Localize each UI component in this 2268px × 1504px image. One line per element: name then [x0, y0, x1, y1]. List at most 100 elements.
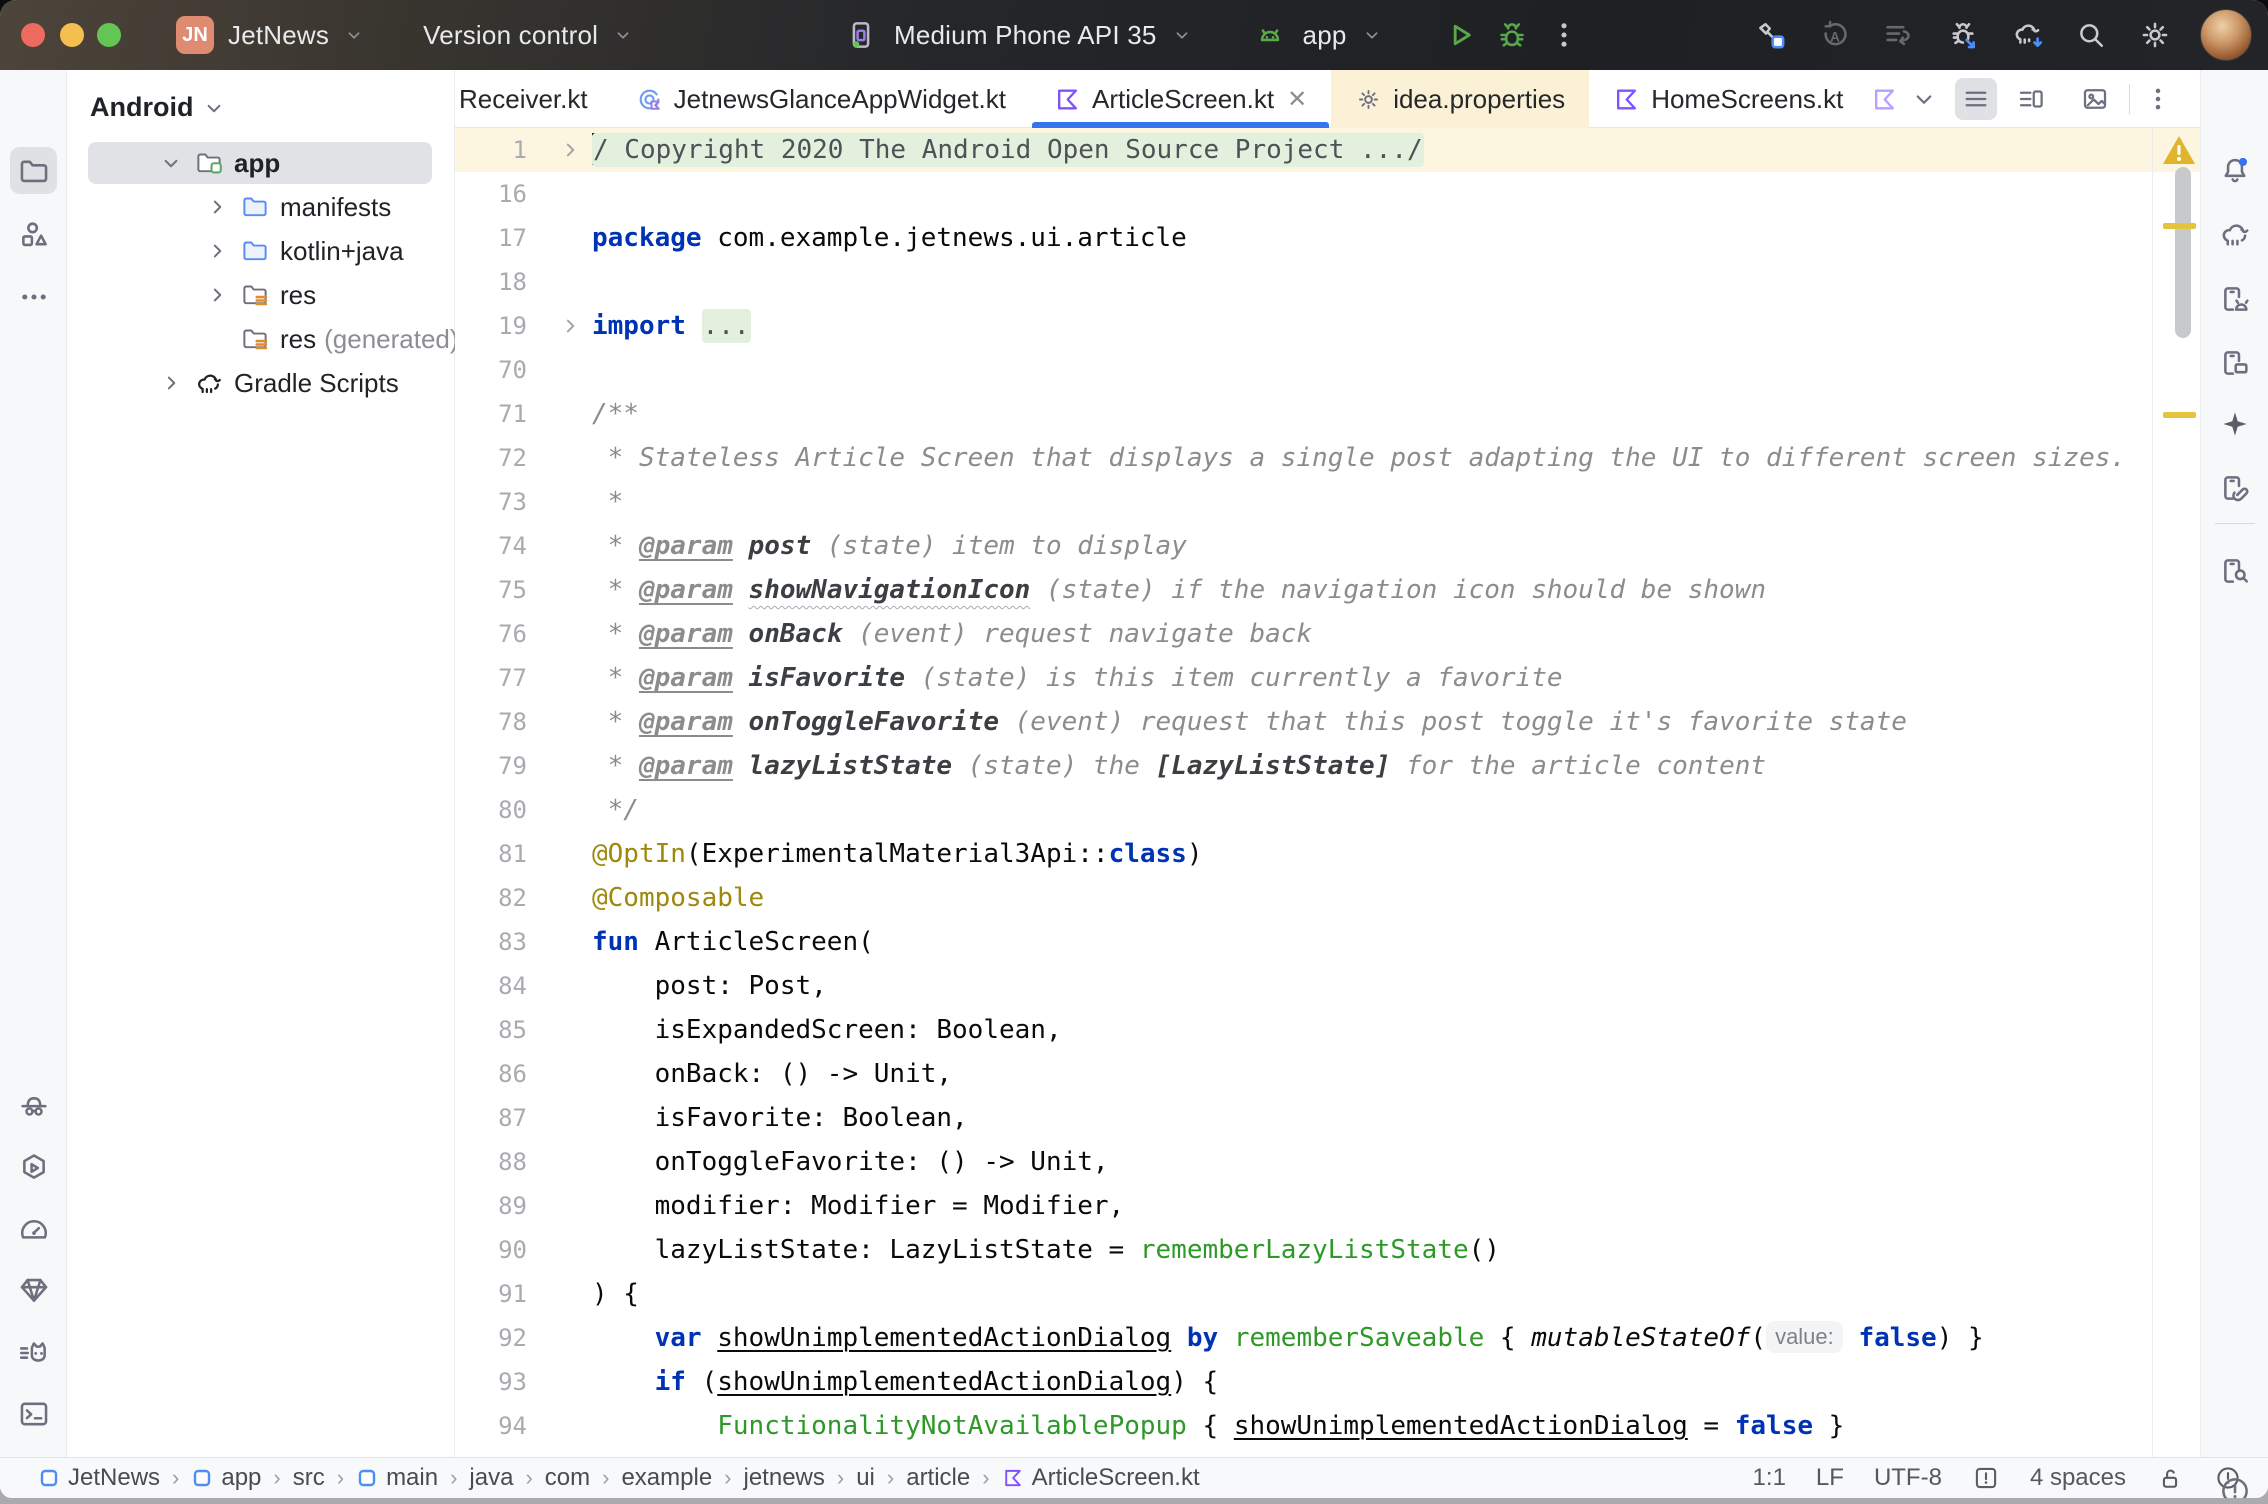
file-encoding[interactable]: UTF-8 — [1874, 1464, 1942, 1492]
tree-item-manifests[interactable]: manifests — [68, 185, 454, 229]
warning-stripe-mark[interactable] — [2163, 412, 2196, 418]
code-line-91: 91) { — [455, 1272, 2200, 1316]
unlocked-padlock-icon[interactable] — [2156, 1464, 2184, 1492]
caret-position[interactable]: 1:1 — [1753, 1464, 1786, 1492]
zoom-window-button[interactable] — [97, 23, 121, 47]
code-editor[interactable]: 1/ Copyright 2020 The Android Open Sourc… — [455, 128, 2200, 1457]
breadcrumb-label: JetNews — [68, 1464, 160, 1492]
breadcrumb-item-main[interactable]: main — [356, 1464, 438, 1492]
tab-jetnewsglanceappwidget-kt[interactable]: JetnewsGlanceAppWidget.kt — [612, 70, 1030, 128]
tree-item-app[interactable]: app — [68, 141, 454, 185]
app-inspection-icon[interactable] — [10, 1080, 57, 1127]
breadcrumb-item-src[interactable]: src — [293, 1464, 325, 1492]
line-number: 86 — [455, 1052, 527, 1096]
user-avatar[interactable] — [2200, 9, 2252, 61]
breadcrumb-separator: › — [450, 1465, 457, 1491]
chevron-right-icon[interactable] — [158, 370, 184, 396]
tab-idea-properties[interactable]: idea.properties — [1331, 70, 1589, 128]
project-view-selector[interactable]: Android — [90, 92, 193, 123]
vcs-menu[interactable]: Version control — [423, 20, 598, 51]
line-separator[interactable]: LF — [1816, 1464, 1844, 1492]
search-everywhere-icon[interactable] — [2072, 16, 2110, 54]
code-line-77: 77 * @param isFavorite (state) is this i… — [455, 656, 2200, 700]
tree-item-res[interactable]: res(generated) — [68, 317, 454, 361]
device-mirror-icon[interactable] — [2211, 464, 2258, 511]
line-number: 83 — [455, 920, 527, 964]
breadcrumb-item-jetnews[interactable]: jetnews — [744, 1464, 825, 1492]
debug-button[interactable] — [1493, 16, 1531, 54]
tab-articlescreen-kt[interactable]: ArticleScreen.kt✕ — [1030, 70, 1331, 128]
problems-icon[interactable] — [2211, 1467, 2258, 1498]
device-manager-icon[interactable] — [2211, 275, 2258, 322]
apply-changes-restart-icon[interactable]: A — [1816, 16, 1854, 54]
resource-manager-icon[interactable] — [10, 211, 57, 258]
svg-text:A: A — [1830, 29, 1840, 44]
breadcrumb-label: main — [386, 1464, 438, 1492]
breadcrumb-item-example[interactable]: example — [621, 1464, 712, 1492]
run-icon[interactable] — [10, 1144, 57, 1191]
breadcrumb-item-com[interactable]: com — [545, 1464, 590, 1492]
more-tool-windows-icon[interactable] — [10, 273, 57, 320]
breadcrumb-item-java[interactable]: java — [469, 1464, 513, 1492]
editor-scrollbar[interactable] — [2175, 167, 2191, 338]
notifications-icon[interactable] — [2211, 147, 2258, 194]
chevron-right-icon[interactable] — [204, 194, 230, 220]
folder-res-icon — [240, 280, 270, 310]
inspection-widget-icon[interactable] — [1972, 1464, 2000, 1492]
run-configuration-selector[interactable]: app — [1303, 20, 1347, 51]
line-number: 76 — [455, 612, 527, 656]
close-tab-icon[interactable]: ✕ — [1287, 85, 1307, 114]
breadcrumb-item-app[interactable]: app — [191, 1464, 261, 1492]
tab-receiver-kt[interactable]: Receiver.kt — [455, 70, 612, 128]
strip-divider — [2215, 523, 2255, 524]
hidden-tabs-chevron-icon[interactable] — [1903, 78, 1945, 120]
code-line-86: 86 onBack: () -> Unit, — [455, 1052, 2200, 1096]
screenshot-icon[interactable] — [2074, 78, 2116, 120]
chevron-right-icon[interactable] — [204, 282, 230, 308]
more-options-icon[interactable] — [2137, 78, 2179, 120]
breadcrumb-item-jetnews[interactable]: JetNews — [38, 1464, 160, 1492]
more-actions-icon[interactable] — [1545, 16, 1583, 54]
fold-chevron-icon[interactable] — [557, 137, 583, 163]
code-line-82: 82@Composable — [455, 876, 2200, 920]
fold-chevron-icon[interactable] — [557, 313, 583, 339]
breadcrumb-item-article[interactable]: article — [906, 1464, 970, 1492]
app-quality-insights-icon[interactable] — [10, 1266, 57, 1313]
gemini-icon[interactable] — [2211, 400, 2258, 447]
device-selector[interactable]: Medium Phone API 35 — [894, 20, 1157, 51]
code-text: * — [592, 480, 623, 524]
chevron-right-icon[interactable] — [204, 238, 230, 264]
close-window-button[interactable] — [21, 23, 45, 47]
project-menu[interactable]: JetNews — [228, 20, 329, 51]
project-tree: appmanifestskotlin+javaresres(generated)… — [68, 141, 454, 405]
build-hammer-icon[interactable] — [1752, 16, 1790, 54]
minimize-window-button[interactable] — [60, 23, 84, 47]
logcat-icon[interactable] — [10, 1328, 57, 1375]
terminal-icon[interactable] — [10, 1390, 57, 1437]
tree-item-res[interactable]: res — [68, 273, 454, 317]
tree-item-gradle-scripts[interactable]: Gradle Scripts — [68, 361, 454, 405]
project-folder-icon[interactable] — [10, 147, 57, 194]
reader-mode-icon[interactable] — [1955, 78, 1997, 120]
settings-gear-icon[interactable] — [2136, 16, 2174, 54]
indent-setting[interactable]: 4 spaces — [2030, 1464, 2126, 1492]
inspections-warning-icon[interactable] — [2161, 134, 2197, 166]
split-editor-icon[interactable] — [2010, 78, 2052, 120]
tab-homescreens-kt[interactable]: HomeScreens.kt — [1589, 70, 1867, 128]
breadcrumb-item-ui[interactable]: ui — [856, 1464, 875, 1492]
device-explorer-icon[interactable] — [2211, 547, 2258, 594]
apply-code-changes-icon[interactable] — [1880, 16, 1918, 54]
tab-overflow[interactable] — [1867, 70, 1902, 128]
tree-item-label: res — [280, 324, 316, 355]
attach-debugger-icon[interactable] — [1944, 16, 1982, 54]
chevron-down-icon[interactable] — [158, 150, 184, 176]
profiler-icon[interactable] — [10, 1207, 57, 1254]
run-button[interactable] — [1441, 16, 1479, 54]
gradle-sync-icon[interactable] — [2008, 16, 2046, 54]
warning-stripe-mark[interactable] — [2163, 223, 2196, 229]
tree-item-kotlin-java[interactable]: kotlin+java — [68, 229, 454, 273]
code-text: onBack: () -> Unit, — [592, 1052, 952, 1096]
breadcrumb-item-articlescreen-kt[interactable]: ArticleScreen.kt — [1002, 1464, 1200, 1492]
gradle-icon[interactable] — [2211, 210, 2258, 257]
running-devices-icon[interactable] — [2211, 339, 2258, 386]
